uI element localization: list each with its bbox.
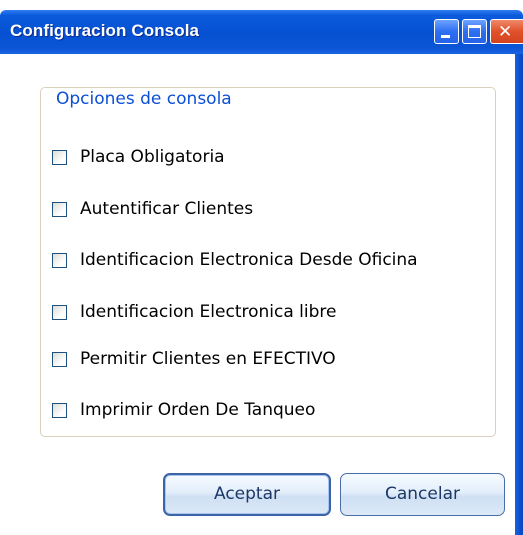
- imprimir-orden-tanqueo-checkbox[interactable]: [52, 402, 67, 418]
- close-icon: ✕: [498, 22, 513, 42]
- minimize-icon: [441, 35, 450, 38]
- option-label: Placa Obligatoria: [80, 147, 225, 167]
- permitir-clientes-efectivo-checkbox[interactable]: [52, 351, 67, 367]
- option-imprimir-orden-tanqueo[interactable]: Imprimir Orden De Tanqueo: [52, 399, 315, 421]
- option-autentificar-clientes[interactable]: Autentificar Clientes: [52, 198, 253, 220]
- option-identificacion-libre[interactable]: Identificacion Electronica libre: [52, 301, 336, 323]
- option-placa-obligatoria[interactable]: Placa Obligatoria: [52, 146, 225, 168]
- option-label: Identificacion Electronica libre: [80, 302, 337, 322]
- option-label: Permitir Clientes en EFECTIVO: [80, 349, 336, 369]
- option-label: Autentificar Clientes: [80, 199, 254, 219]
- option-identificacion-desde-oficina[interactable]: Identificacion Electronica Desde Oficina: [52, 249, 418, 271]
- maximize-icon: [468, 25, 481, 38]
- autentificar-clientes-checkbox[interactable]: [52, 201, 67, 217]
- identificacion-libre-checkbox[interactable]: [52, 304, 67, 320]
- identificacion-desde-oficina-checkbox[interactable]: [52, 252, 67, 268]
- groupbox-legend: Opciones de consola: [52, 88, 236, 110]
- option-permitir-clientes-efectivo[interactable]: Permitir Clientes en EFECTIVO: [52, 348, 336, 370]
- option-label: Imprimir Orden De Tanqueo: [80, 400, 316, 420]
- maximize-button[interactable]: [462, 19, 487, 44]
- window-title: Configuracion Consola: [10, 21, 200, 40]
- option-label: Identificacion Electronica Desde Oficina: [80, 250, 418, 270]
- accept-button[interactable]: Aceptar: [163, 473, 331, 516]
- minimize-button[interactable]: [434, 19, 459, 44]
- placa-obligatoria-checkbox[interactable]: [52, 149, 67, 165]
- cancel-button[interactable]: Cancelar: [340, 473, 505, 516]
- close-button[interactable]: ✕: [490, 19, 523, 44]
- title-bar[interactable]: Configuracion Consola ✕: [0, 10, 523, 54]
- window-right-border: [515, 54, 523, 535]
